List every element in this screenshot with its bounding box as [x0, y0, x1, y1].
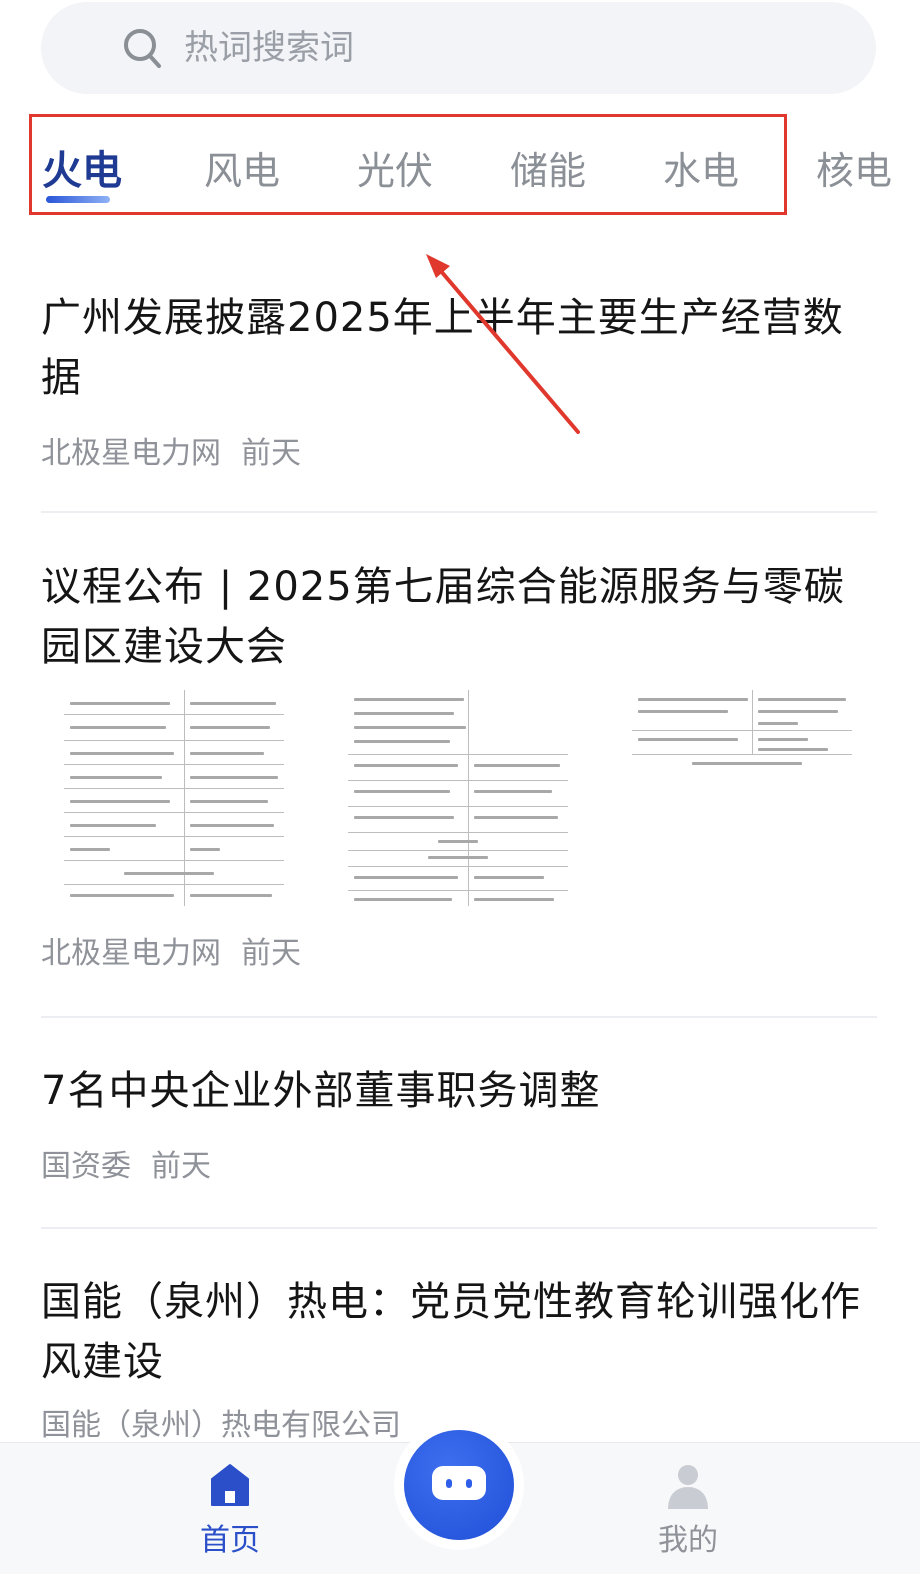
- article-meta-wrapper: 北极星电力网 前天: [41, 934, 877, 974]
- article-source: 北极星电力网: [41, 936, 221, 971]
- home-icon: [211, 1464, 249, 1506]
- nav-home-label: 首页: [200, 1523, 260, 1558]
- article-title[interactable]: 广州发展披露2025年上半年主要生产经营数据: [41, 288, 877, 408]
- article-image[interactable]: [632, 690, 852, 906]
- chat-bot-icon: [432, 1466, 486, 1500]
- nav-me-label: 我的: [658, 1523, 718, 1558]
- article-title[interactable]: 国能（泉州）热电：党员党性教育轮训强化作风建设: [41, 1272, 877, 1392]
- article-image-row: [22, 690, 862, 910]
- article-item[interactable]: 7名中央企业外部董事职务调整 国资委 前天: [41, 1061, 877, 1187]
- nav-me[interactable]: 我的: [608, 1443, 768, 1574]
- user-icon: [668, 1465, 708, 1509]
- article-meta: 北极星电力网 前天: [41, 434, 877, 474]
- article-item[interactable]: 广州发展披露2025年上半年主要生产经营数据 北极星电力网 前天: [41, 288, 877, 474]
- article-item[interactable]: 议程公布 | 2025第七届综合能源服务与零碳园区建设大会: [41, 557, 877, 677]
- search-bar[interactable]: 热词搜索词: [41, 2, 876, 94]
- article-title[interactable]: 7名中央企业外部董事职务调整: [41, 1061, 877, 1121]
- article-item[interactable]: 国能（泉州）热电：党员党性教育轮训强化作风建设 国能（泉州）热电有限公司: [41, 1272, 877, 1446]
- tab-nuclear-power[interactable]: 核电: [816, 148, 892, 194]
- article-source: 国资委: [41, 1149, 131, 1184]
- article-image[interactable]: [64, 690, 284, 906]
- search-placeholder[interactable]: 热词搜索词: [184, 26, 354, 70]
- nav-home[interactable]: 首页: [150, 1443, 310, 1574]
- highlight-box: [29, 114, 787, 215]
- divider: [41, 511, 877, 513]
- article-meta: 北极星电力网 前天: [41, 934, 877, 974]
- article-source: 北极星电力网: [41, 436, 221, 471]
- article-time: 前天: [151, 1149, 211, 1184]
- article-image[interactable]: [348, 690, 568, 906]
- search-icon: [124, 29, 161, 68]
- article-time: 前天: [241, 436, 301, 471]
- article-time: 前天: [241, 936, 301, 971]
- article-meta: 国资委 前天: [41, 1147, 877, 1187]
- divider: [41, 1227, 877, 1229]
- chat-bot-button[interactable]: [404, 1430, 514, 1540]
- article-title[interactable]: 议程公布 | 2025第七届综合能源服务与零碳园区建设大会: [41, 557, 877, 677]
- article-source: 国能（泉州）热电有限公司: [41, 1408, 401, 1443]
- divider: [41, 1016, 877, 1018]
